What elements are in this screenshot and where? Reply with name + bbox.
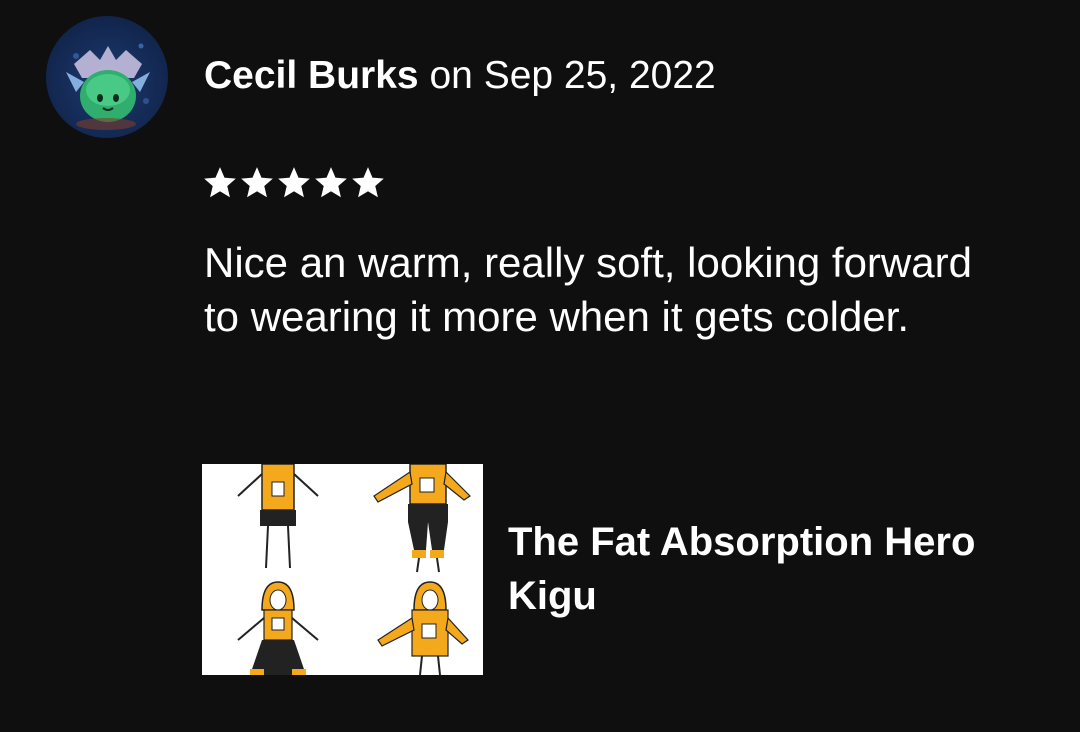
product-image[interactable] xyxy=(202,464,483,675)
slime-avatar-icon xyxy=(66,43,150,130)
star-filled-icon xyxy=(241,167,273,198)
review-date: Sep 25, 2022 xyxy=(483,54,716,97)
outfit-figure-hood-jacket xyxy=(377,581,469,675)
outfit-figure-hood-skirt xyxy=(237,581,319,675)
reviewer-name[interactable]: Cecil Burks xyxy=(204,54,419,97)
star-rating xyxy=(203,166,385,200)
review-text: Nice an warm, really soft, looking forwa… xyxy=(204,239,972,340)
reviewer-avatar[interactable] xyxy=(46,16,168,138)
date-prefix: on xyxy=(429,54,473,97)
review-date-line: on Sep 25, 2022 xyxy=(429,54,715,97)
star-filled-icon xyxy=(315,167,347,198)
star-filled-icon xyxy=(278,167,310,198)
star-filled-icon xyxy=(204,167,236,198)
product-title[interactable]: The Fat Absorption Hero Kigu xyxy=(508,515,1028,623)
kigurumi-outfit-illustration xyxy=(237,464,471,675)
star-filled-icon xyxy=(352,167,384,198)
outfit-figure-front-shorts xyxy=(237,464,319,569)
outfit-figure-back-joggers xyxy=(373,464,471,573)
review-header: Cecil Burks on Sep 25, 2022 xyxy=(204,52,716,100)
